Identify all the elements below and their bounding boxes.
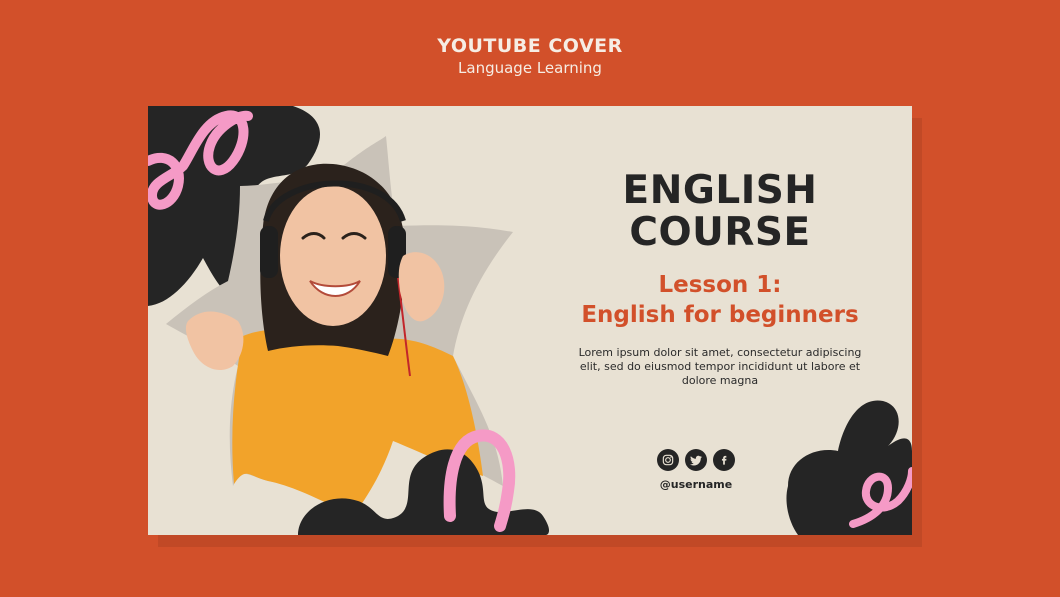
course-title-line-1: ENGLISH: [622, 168, 818, 213]
decorative-black-flower-right: [786, 400, 912, 535]
instagram-icon[interactable]: [657, 449, 679, 471]
subject-face: [280, 186, 386, 326]
username-handle: @username: [659, 478, 733, 491]
course-title: ENGLISH COURSE: [540, 170, 900, 254]
cover-text-block: ENGLISH COURSE Lesson 1: English for beg…: [540, 170, 900, 388]
youtube-cover-card: ENGLISH COURSE Lesson 1: English for beg…: [148, 106, 912, 535]
header: YOUTUBE COVER Language Learning: [0, 34, 1060, 78]
course-title-line-2: COURSE: [629, 210, 811, 255]
twitter-icon[interactable]: [685, 449, 707, 471]
lesson-number: Lesson 1:: [658, 272, 782, 298]
lesson-title: English for beginners: [581, 302, 859, 328]
page: YOUTUBE COVER Language Learning ENGLISH …: [0, 0, 1060, 597]
page-title: YOUTUBE COVER: [437, 35, 623, 57]
lesson-heading: Lesson 1: English for beginners: [540, 270, 900, 330]
page-subtitle: Language Learning: [458, 59, 602, 77]
subject-headphones-left-cup: [260, 226, 278, 278]
social-icons: [657, 449, 735, 471]
subject-hand-left: [185, 311, 244, 371]
lesson-description: Lorem ipsum dolor sit amet, consectetur …: [578, 346, 862, 387]
facebook-icon[interactable]: [713, 449, 735, 471]
